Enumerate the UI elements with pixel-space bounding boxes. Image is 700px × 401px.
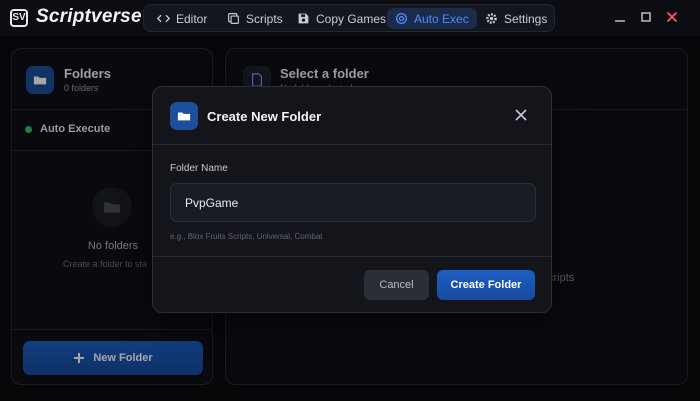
close-icon[interactable] <box>513 107 529 123</box>
save-icon <box>298 13 309 24</box>
close-icon[interactable] <box>664 9 680 25</box>
folder-name-hint: e.g., Blox Fruits Scripts, Universal, Co… <box>170 232 323 241</box>
folder-name-input[interactable] <box>170 183 536 222</box>
tab-copy-games-label: Copy Games <box>316 11 387 26</box>
cancel-button[interactable]: Cancel <box>364 270 429 300</box>
auto-exec-icon <box>395 12 408 25</box>
gear-icon <box>486 13 497 24</box>
minimize-icon[interactable] <box>612 9 628 25</box>
code-icon <box>157 14 170 23</box>
tab-settings[interactable]: Settings <box>477 8 555 29</box>
tab-editor-label: Editor <box>176 11 208 26</box>
app-logo: SV <box>10 9 28 27</box>
tab-copy-games[interactable]: Copy Games <box>289 8 394 29</box>
tab-scripts[interactable]: Scripts <box>219 8 291 29</box>
tab-editor[interactable]: Editor <box>149 8 215 29</box>
tab-auto-exec[interactable]: Auto Exec <box>387 8 477 29</box>
title-bar: SV Scriptverse Editor Scripts Copy Games… <box>0 0 700 36</box>
folder-icon <box>177 112 191 121</box>
divider <box>153 144 551 145</box>
dialog-folder-badge <box>170 102 198 130</box>
main-nav: Editor Scripts Copy Games Auto Exec Sett… <box>143 4 555 32</box>
app-title: Scriptverse <box>36 6 142 27</box>
divider <box>153 256 551 257</box>
tab-auto-exec-label: Auto Exec <box>414 11 469 26</box>
dialog-title: Create New Folder <box>207 109 322 124</box>
tab-settings-label: Settings <box>504 11 548 26</box>
tab-scripts-label: Scripts <box>246 11 283 26</box>
create-folder-button[interactable]: Create Folder <box>437 270 535 300</box>
stack-icon <box>228 13 239 24</box>
create-folder-dialog: Create New Folder Folder Name e.g., Blox… <box>152 86 552 313</box>
maximize-icon[interactable] <box>638 9 654 25</box>
folder-name-label: Folder Name <box>170 163 228 174</box>
